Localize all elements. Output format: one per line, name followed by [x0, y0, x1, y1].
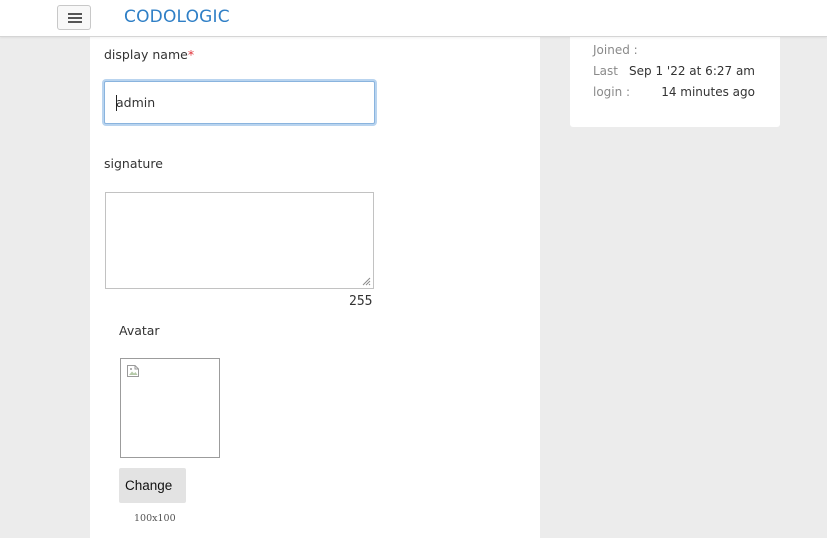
resize-grip-icon[interactable]: [362, 277, 371, 286]
last-login-relative: 14 minutes ago: [661, 85, 755, 99]
signature-char-counter: 255: [349, 294, 373, 309]
last-login-label-line1: Last: [593, 64, 618, 78]
signature-field-wrapper: [105, 192, 374, 289]
display-name-input[interactable]: [105, 82, 374, 123]
broken-image-icon: [127, 365, 139, 377]
brand-logo-link[interactable]: CODOLOGIC: [124, 7, 230, 27]
required-marker: *: [187, 47, 195, 62]
avatar-image: [120, 358, 220, 458]
display-name-field-wrapper: [104, 81, 375, 124]
text-caret: [116, 95, 117, 111]
profile-edit-form: display name* signature 255 Avatar Chang…: [90, 36, 540, 538]
last-login-label-line2: login :: [593, 85, 631, 99]
signature-label: signature: [104, 156, 163, 171]
display-name-label: display name*: [104, 47, 195, 62]
avatar-size-hint: 100x100: [134, 513, 176, 524]
signature-textarea[interactable]: [106, 193, 373, 288]
avatar-label: Avatar: [119, 323, 160, 338]
menu-toggle-button[interactable]: [57, 5, 91, 30]
joined-label: Joined :: [593, 43, 638, 57]
last-login-date: Sep 1 '22 at 6:27 am: [629, 64, 755, 78]
change-avatar-button[interactable]: Change: [119, 468, 186, 503]
hamburger-icon: [68, 13, 82, 15]
top-navbar: CODOLOGIC: [0, 0, 827, 37]
